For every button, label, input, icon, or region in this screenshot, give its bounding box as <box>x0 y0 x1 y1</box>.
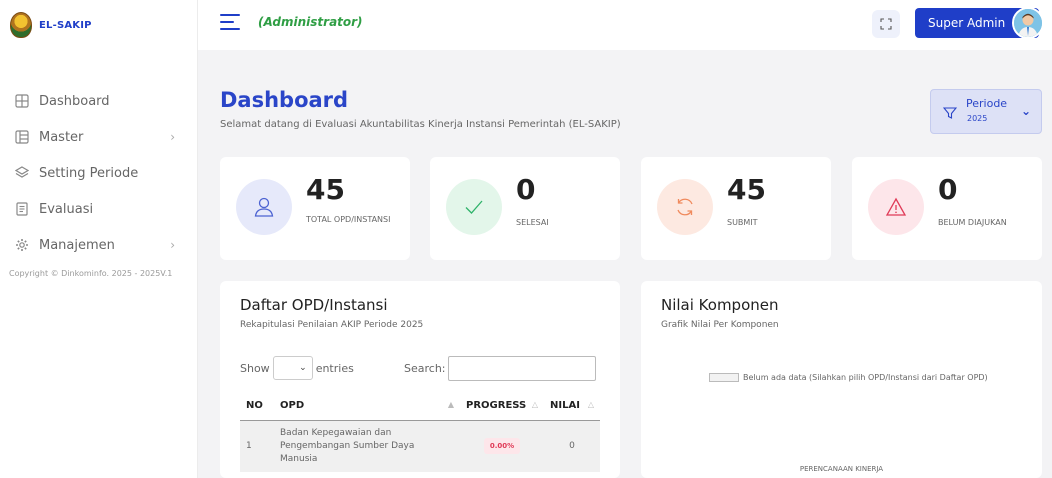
entries-label: entries <box>315 361 354 375</box>
cell-no: 1 <box>240 420 274 472</box>
stat-label: TOTAL OPD/INSTANSI <box>306 215 391 224</box>
sidebar-item-setting-periode[interactable]: Setting Periode <box>0 155 197 191</box>
sidebar-item-master[interactable]: Master › <box>0 119 197 155</box>
cell-progress: 0.00% <box>460 420 544 472</box>
komponen-panel: Nilai Komponen Grafik Nilai Per Komponen… <box>641 281 1042 478</box>
opd-panel-title: Daftar OPD/Instansi <box>240 296 388 314</box>
brand-name: EL-SAKIP <box>39 19 92 31</box>
user-name: Super Admin <box>928 16 1006 30</box>
fullscreen-icon <box>880 18 892 30</box>
gear-icon <box>15 238 29 252</box>
column-header-no[interactable]: NO <box>240 392 274 421</box>
user-role: (Administrator) <box>258 15 363 29</box>
brand[interactable]: EL-SAKIP <box>0 0 197 50</box>
check-icon <box>446 179 502 235</box>
periode-filter-button[interactable]: Periode 2025 ⌄ <box>930 89 1042 134</box>
chart-axis-label: PERENCANAAN KINERJA <box>799 465 884 473</box>
stat-label: SUBMIT <box>727 218 758 227</box>
page-subtitle: Selamat datang di Evaluasi Akuntabilitas… <box>220 119 621 130</box>
sidebar-item-evaluasi[interactable]: Evaluasi <box>0 191 197 227</box>
sidebar-item-manajemen[interactable]: Manajemen › <box>0 227 197 263</box>
evaluation-icon <box>15 202 29 216</box>
column-header-label: PROGRESS <box>466 400 527 412</box>
sort-icon: △ <box>531 400 538 410</box>
legend-swatch <box>709 373 739 382</box>
fullscreen-button[interactable] <box>872 10 900 38</box>
sidebar-item-label: Dashboard <box>39 93 110 109</box>
refresh-icon <box>657 179 713 235</box>
stat-value: 0 <box>516 173 536 206</box>
search-control: Search: <box>404 356 596 381</box>
legend-label: Belum ada data (Silahkan pilih OPD/Insta… <box>743 373 988 382</box>
progress-badge: 0.00% <box>483 438 521 454</box>
komponen-panel-subtitle: Grafik Nilai Per Komponen <box>661 320 779 330</box>
search-input[interactable] <box>447 356 596 381</box>
brand-logo <box>10 12 32 38</box>
avatar[interactable] <box>1012 7 1044 39</box>
stat-value: 0 <box>938 173 958 206</box>
stat-card-total: 45 TOTAL OPD/INSTANSI <box>220 157 410 260</box>
column-header-nilai[interactable]: NILAI △ <box>544 392 600 421</box>
entries-control: Show ⌄ entries <box>240 356 354 380</box>
opd-panel-subtitle: Rekapitulasi Penilaian AKIP Periode 2025 <box>240 320 424 330</box>
master-icon <box>15 130 29 144</box>
column-header-opd[interactable]: OPD ▲ <box>274 392 460 421</box>
show-label: Show <box>240 361 270 375</box>
chevron-right-icon: › <box>170 130 175 144</box>
user-icon <box>236 179 292 235</box>
periode-year: 2025 <box>967 114 988 123</box>
search-label: Search: <box>404 362 446 375</box>
sort-icon: ▲ <box>447 400 454 410</box>
entries-select[interactable]: ⌄ <box>272 356 313 380</box>
chart-legend[interactable]: Belum ada data (Silahkan pilih OPD/Insta… <box>709 373 988 382</box>
column-header-progress[interactable]: PROGRESS △ <box>460 392 544 421</box>
opd-panel: Daftar OPD/Instansi Rekapitulasi Penilai… <box>220 281 620 478</box>
komponen-panel-title: Nilai Komponen <box>661 296 779 314</box>
cell-opd: Badan Kepegawaian dan Pengembangan Sumbe… <box>274 420 460 472</box>
stat-label: BELUM DIAJUKAN <box>938 218 1007 227</box>
stat-card-selesai: 0 SELESAI <box>430 157 620 260</box>
sort-icon: △ <box>587 400 594 410</box>
menu-toggle-icon[interactable] <box>220 14 240 34</box>
column-header-label: OPD <box>280 400 305 412</box>
sidebar-item-label: Master <box>39 129 84 145</box>
page-title: Dashboard <box>220 88 349 112</box>
copyright-text: Copyright © Dinkominfo. 2025 - 2025V.1 <box>9 269 173 278</box>
stat-card-belum-diajukan: 0 BELUM DIAJUKAN <box>852 157 1042 260</box>
stat-value: 45 <box>727 173 766 206</box>
table-row[interactable]: 1 Badan Kepegawaian dan Pengembangan Sum… <box>240 420 600 472</box>
cell-nilai: 0 <box>544 420 600 472</box>
sidebar-item-label: Manajemen <box>39 237 115 253</box>
stat-label: SELESAI <box>516 218 549 227</box>
stat-value: 45 <box>306 173 345 206</box>
opd-table: NO OPD ▲ PROGRESS △ NILAI △ 1 Badan Kepegaw… <box>240 392 600 472</box>
chevron-down-icon: ⌄ <box>1020 104 1031 118</box>
periode-label: Periode <box>966 97 1008 110</box>
dashboard-icon <box>15 94 29 108</box>
layers-icon <box>15 166 29 180</box>
filter-icon <box>942 105 958 124</box>
sidebar: EL-SAKIP Dashboard Master › Setting Peri… <box>0 0 198 478</box>
sidebar-item-label: Evaluasi <box>39 201 94 217</box>
warning-icon <box>868 179 924 235</box>
chevron-right-icon: › <box>170 238 175 252</box>
topbar: (Administrator) Super Admin <box>198 0 1052 50</box>
sidebar-item-label: Setting Periode <box>39 165 139 181</box>
stat-card-submit: 45 SUBMIT <box>641 157 831 260</box>
sidebar-item-dashboard[interactable]: Dashboard <box>0 83 197 119</box>
column-header-label: NILAI <box>550 400 580 412</box>
chevron-down-icon: ⌄ <box>299 363 307 373</box>
sidebar-nav: Dashboard Master › Setting Periode Evalu… <box>0 83 197 263</box>
